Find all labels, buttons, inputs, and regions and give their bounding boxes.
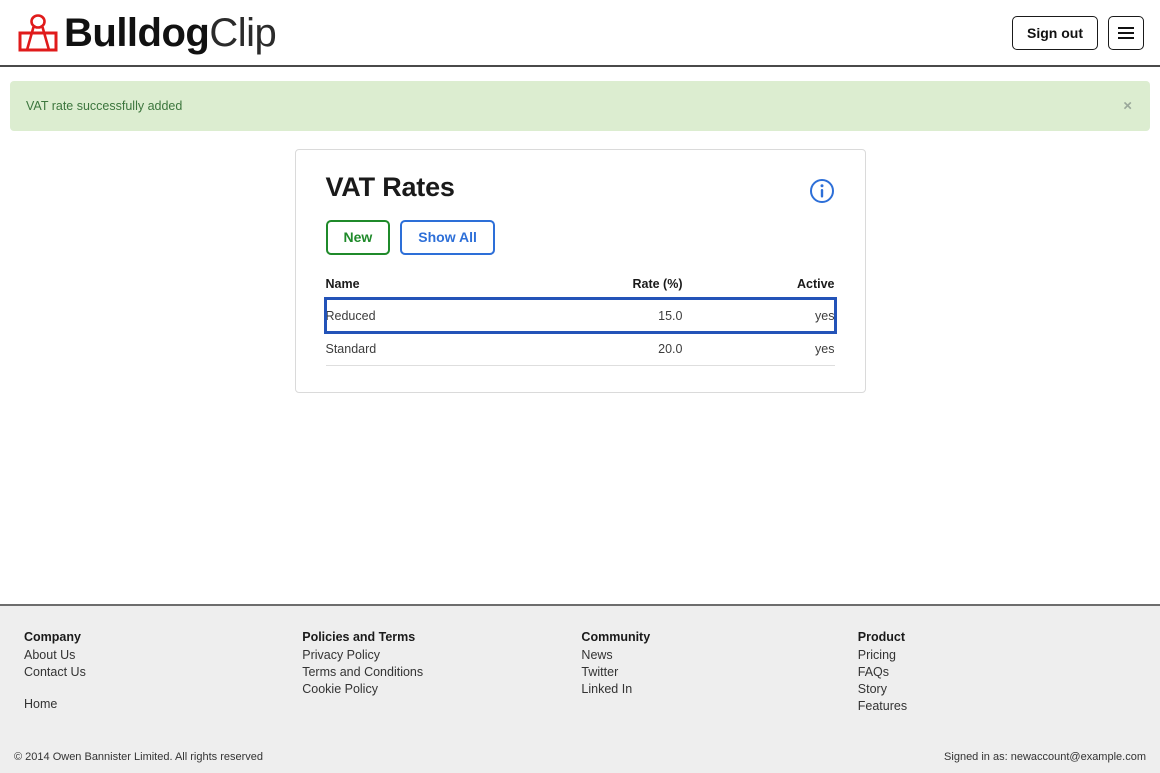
info-circle-icon[interactable]	[809, 178, 835, 204]
cell-active: yes	[694, 299, 835, 333]
table-row[interactable]: Reduced 15.0 yes	[323, 297, 837, 335]
alert-message: VAT rate successfully added	[26, 99, 183, 113]
footer-link-pricing[interactable]: Pricing	[858, 647, 1136, 664]
binder-clip-icon	[18, 13, 58, 51]
column-header-active: Active	[694, 276, 835, 300]
header-actions: Sign out	[1012, 15, 1144, 50]
show-all-button[interactable]: Show All	[400, 220, 495, 255]
footer-column-company: Company About Us Contact Us Home	[24, 630, 302, 715]
hamburger-icon-bar	[1118, 36, 1134, 39]
cell-rate: 15.0	[504, 299, 695, 333]
table-header-row: Name Rate (%) Active	[325, 276, 835, 300]
footer-link-story[interactable]: Story	[858, 681, 1136, 698]
cell-active: yes	[694, 332, 835, 366]
footer-spacer	[24, 681, 302, 696]
signed-in-as-text: Signed in as: newaccount@example.com	[944, 751, 1146, 763]
main-content: VAT Rates New Show All Name Rate (%) Act…	[0, 131, 1160, 393]
vat-rates-table: Name Rate (%) Active Reduced 15.0 yes St…	[323, 276, 837, 366]
footer-heading: Company	[24, 630, 81, 644]
footer-link-linked-in[interactable]: Linked In	[581, 681, 857, 698]
footer-link-contact-us[interactable]: Contact Us	[24, 664, 302, 681]
brand-name-light: Clip	[209, 10, 277, 55]
footer-heading: Policies and Terms	[302, 630, 416, 644]
cell-name: Standard	[325, 332, 505, 366]
vat-rates-card: VAT Rates New Show All Name Rate (%) Act…	[294, 149, 866, 393]
copyright-text: © 2014 Owen Bannister Limited. All right…	[14, 751, 264, 763]
hamburger-icon-bar	[1118, 31, 1134, 34]
table-header: Name Rate (%) Active	[325, 276, 835, 300]
footer-link-news[interactable]: News	[581, 647, 857, 664]
column-header-rate: Rate (%)	[504, 276, 695, 300]
footer-link-columns: Company About Us Contact Us Home Policie…	[0, 606, 1160, 715]
footer-link-home[interactable]: Home	[24, 696, 302, 713]
hamburger-menu-button[interactable]	[1108, 15, 1144, 50]
alert-close-button[interactable]: ×	[1123, 99, 1132, 114]
column-header-name: Name	[325, 276, 505, 300]
footer-bottom-bar: © 2014 Owen Bannister Limited. All right…	[0, 741, 1160, 773]
page-title: VAT Rates	[325, 172, 455, 202]
footer-link-terms-and-conditions[interactable]: Terms and Conditions	[302, 664, 581, 681]
footer-link-cookie-policy[interactable]: Cookie Policy	[302, 681, 581, 698]
footer-link-faqs[interactable]: FAQs	[858, 664, 1136, 681]
page-header: BulldogClip Sign out	[0, 0, 1160, 67]
success-alert: VAT rate successfully added ×	[10, 81, 1150, 131]
hamburger-icon-bar	[1118, 26, 1134, 29]
card-actions: New Show All	[325, 220, 835, 255]
table-body: Reduced 15.0 yes Standard 20.0 yes	[323, 297, 837, 366]
sign-out-button[interactable]: Sign out	[1012, 15, 1098, 50]
footer-column-community: Community News Twitter Linked In	[581, 630, 857, 715]
footer-link-twitter[interactable]: Twitter	[581, 664, 857, 681]
footer-heading: Community	[581, 630, 651, 644]
footer-link-privacy-policy[interactable]: Privacy Policy	[302, 647, 581, 664]
footer-link-about-us[interactable]: About Us	[24, 647, 302, 664]
card-header: VAT Rates	[326, 172, 835, 204]
brand-logo[interactable]: BulldogClip	[16, 10, 277, 55]
cell-rate: 20.0	[504, 332, 695, 366]
brand-name-bold: Bulldog	[64, 10, 210, 55]
footer-column-policies: Policies and Terms Privacy Policy Terms …	[302, 630, 581, 715]
footer-column-product: Product Pricing FAQs Story Features	[858, 630, 1136, 715]
cell-name: Reduced	[325, 299, 505, 333]
footer-heading: Product	[857, 630, 905, 644]
page-footer: Company About Us Contact Us Home Policie…	[0, 604, 1160, 773]
table-row[interactable]: Standard 20.0 yes	[325, 332, 835, 366]
footer-link-features[interactable]: Features	[858, 698, 1136, 715]
new-button[interactable]: New	[325, 220, 391, 255]
